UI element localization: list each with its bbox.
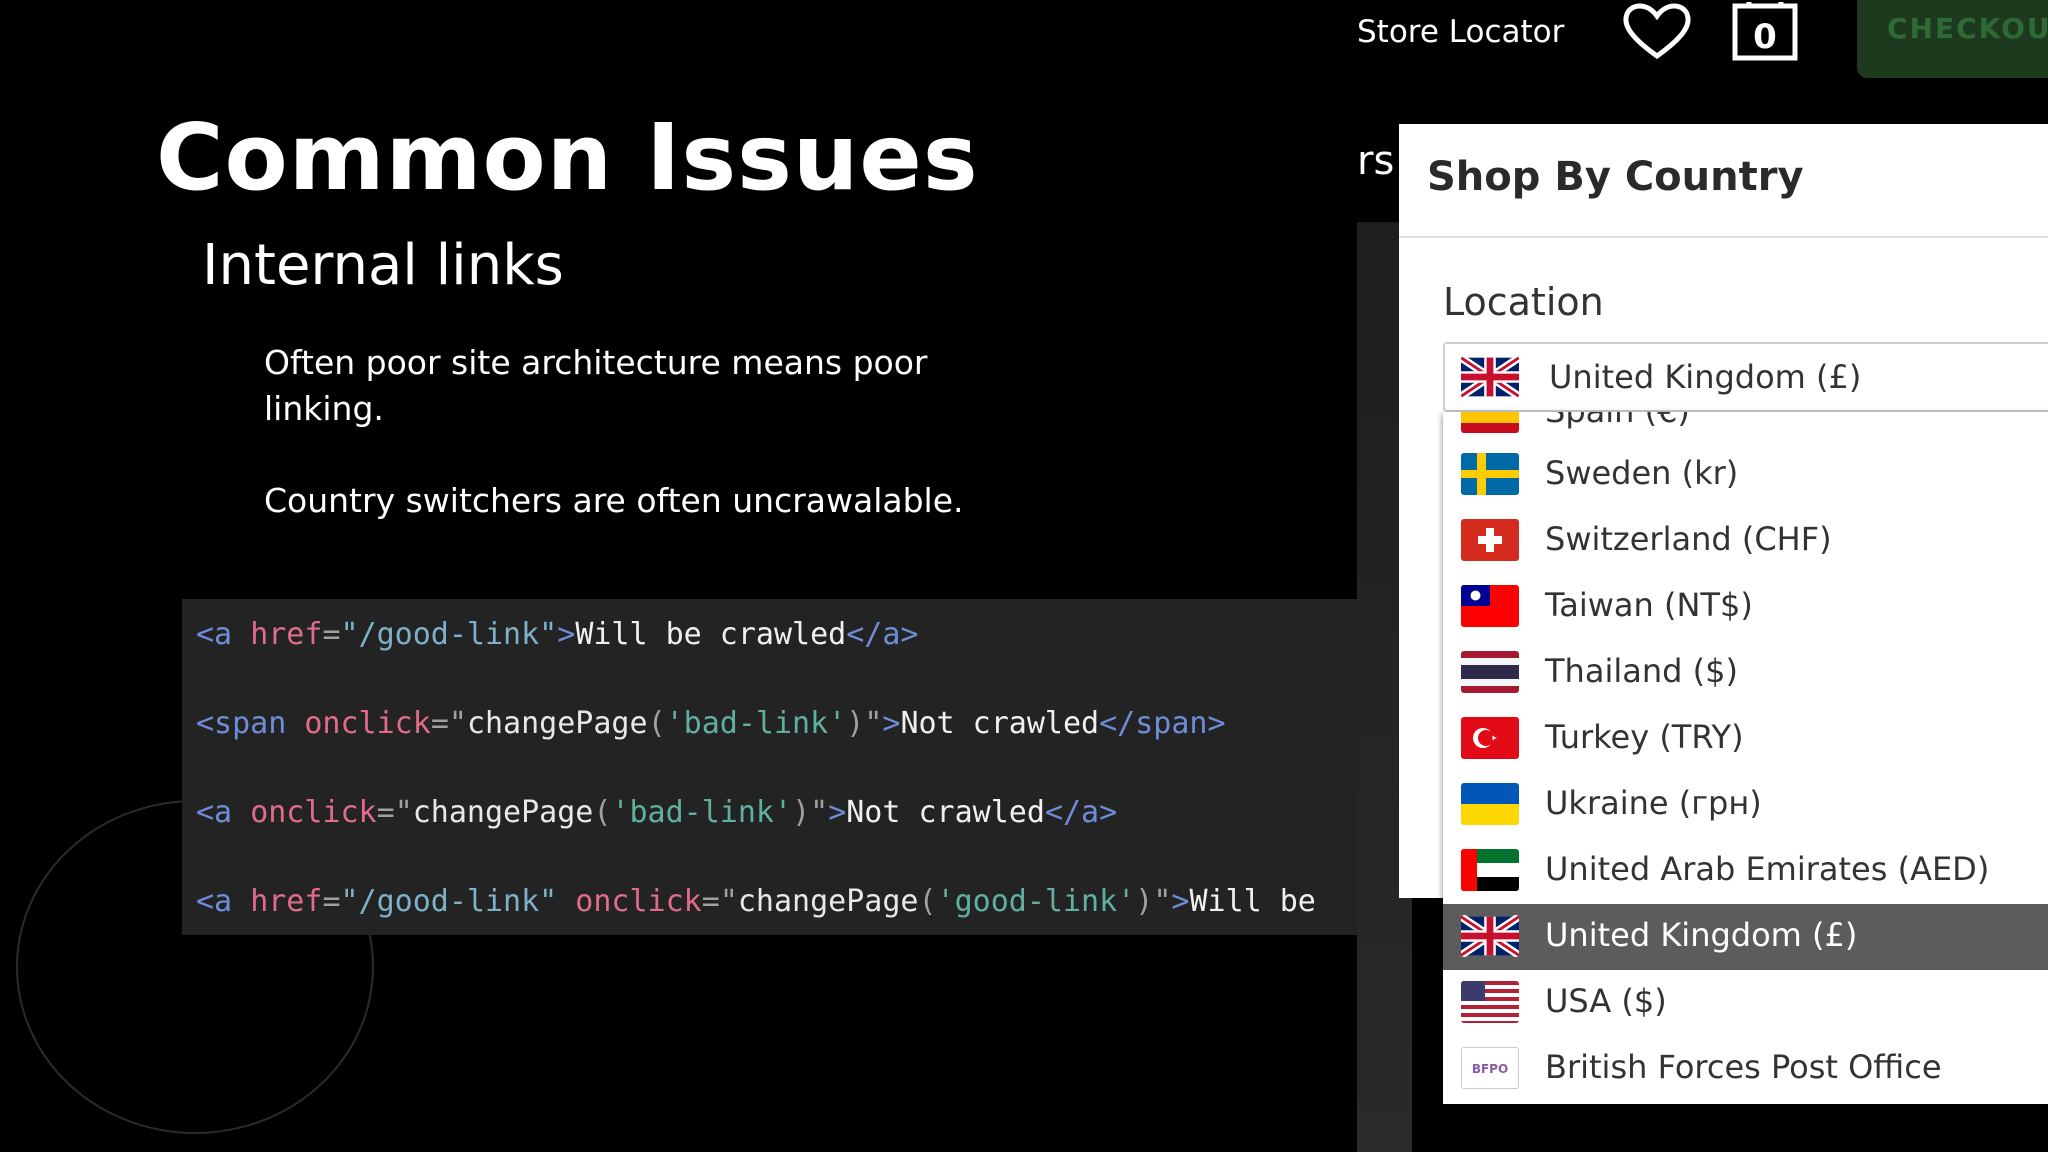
option-label: Ukraine (грн) [1545, 784, 1762, 822]
option-taiwan[interactable]: Taiwan (NT$) [1443, 574, 2048, 640]
option-label: USA ($) [1545, 982, 1667, 1020]
bullet-text: Country switchers are often uncrawalable… [264, 481, 964, 520]
option-bfpo[interactable]: BFPO British Forces Post Office [1443, 1036, 2048, 1102]
uk-flag-icon [1461, 915, 1519, 957]
bullet-text: Often poor site architecture means poor … [264, 343, 928, 428]
option-spain[interactable]: Spain (€) [1443, 412, 2048, 446]
thailand-flag-icon [1461, 651, 1519, 693]
option-uae[interactable]: United Arab Emirates (AED) [1443, 838, 2048, 904]
usa-flag-icon [1461, 981, 1519, 1023]
partial-text: rs [1357, 138, 1395, 184]
shopping-bag-icon[interactable]: 0 [1729, 0, 1801, 62]
country-select[interactable]: United Kingdom (£) [1443, 342, 2048, 412]
option-label: Thailand ($) [1545, 652, 1738, 690]
spain-flag-icon [1461, 412, 1519, 433]
option-sweden[interactable]: Sweden (kr) [1443, 442, 2048, 508]
svg-text:BFPO: BFPO [1472, 1062, 1508, 1076]
turkey-flag-icon [1461, 717, 1519, 759]
option-label: United Kingdom (£) [1545, 916, 1858, 954]
option-ukraine[interactable]: Ukraine (грн) [1443, 772, 2048, 838]
store-locator-link[interactable]: Store Locator [1357, 14, 1564, 50]
option-label: United Arab Emirates (AED) [1545, 850, 1990, 888]
option-turkey[interactable]: Turkey (TRY) [1443, 706, 2048, 772]
option-united-kingdom[interactable]: United Kingdom (£) [1443, 904, 2048, 970]
website-screenshot: Store Locator 0 CHECKOUT rs Shop By Coun… [1357, 0, 2048, 1152]
slide-title: Common Issues [156, 104, 979, 211]
option-label: British Forces Post Office [1545, 1048, 1942, 1086]
select-value: United Kingdom (£) [1549, 358, 1862, 396]
option-switzerland[interactable]: Switzerland (CHF) [1443, 508, 2048, 574]
sweden-flag-icon [1461, 453, 1519, 495]
divider [1399, 236, 2048, 238]
ukraine-flag-icon [1461, 783, 1519, 825]
option-label: Switzerland (CHF) [1545, 520, 1832, 558]
bag-count: 0 [1753, 17, 1777, 57]
uae-flag-icon [1461, 849, 1519, 891]
code-block: <a href="/good-link">Will be crawled</a>… [182, 599, 1357, 935]
code-line: <span onclick="changePage('bad-link')">N… [196, 706, 1226, 741]
option-label: Spain (€) [1545, 412, 1690, 430]
bfpo-logo-icon: BFPO [1461, 1047, 1519, 1089]
heart-icon[interactable] [1619, 0, 1695, 62]
checkout-button[interactable]: CHECKOUT [1857, 0, 2048, 78]
slide-subtitle: Internal links [202, 233, 564, 298]
modal-title: Shop By Country [1427, 154, 1804, 200]
switzerland-flag-icon [1461, 519, 1519, 561]
country-dropdown-list[interactable]: Spain (€) Sweden (kr) Switzerland (CHF) … [1443, 412, 2048, 1104]
option-label: Sweden (kr) [1545, 454, 1739, 492]
code-line: <a href="/good-link" onclick="changePage… [196, 884, 1316, 919]
location-label: Location [1443, 280, 1604, 324]
taiwan-flag-icon [1461, 585, 1519, 627]
code-line: <a href="/good-link">Will be crawled</a> [196, 617, 919, 652]
option-label: Turkey (TRY) [1545, 718, 1744, 756]
uk-flag-icon [1461, 356, 1519, 398]
code-line: <a onclick="changePage('bad-link')">Not … [196, 795, 1118, 830]
option-usa[interactable]: USA ($) [1443, 970, 2048, 1036]
option-thailand[interactable]: Thailand ($) [1443, 640, 2048, 706]
option-label: Taiwan (NT$) [1545, 586, 1753, 624]
